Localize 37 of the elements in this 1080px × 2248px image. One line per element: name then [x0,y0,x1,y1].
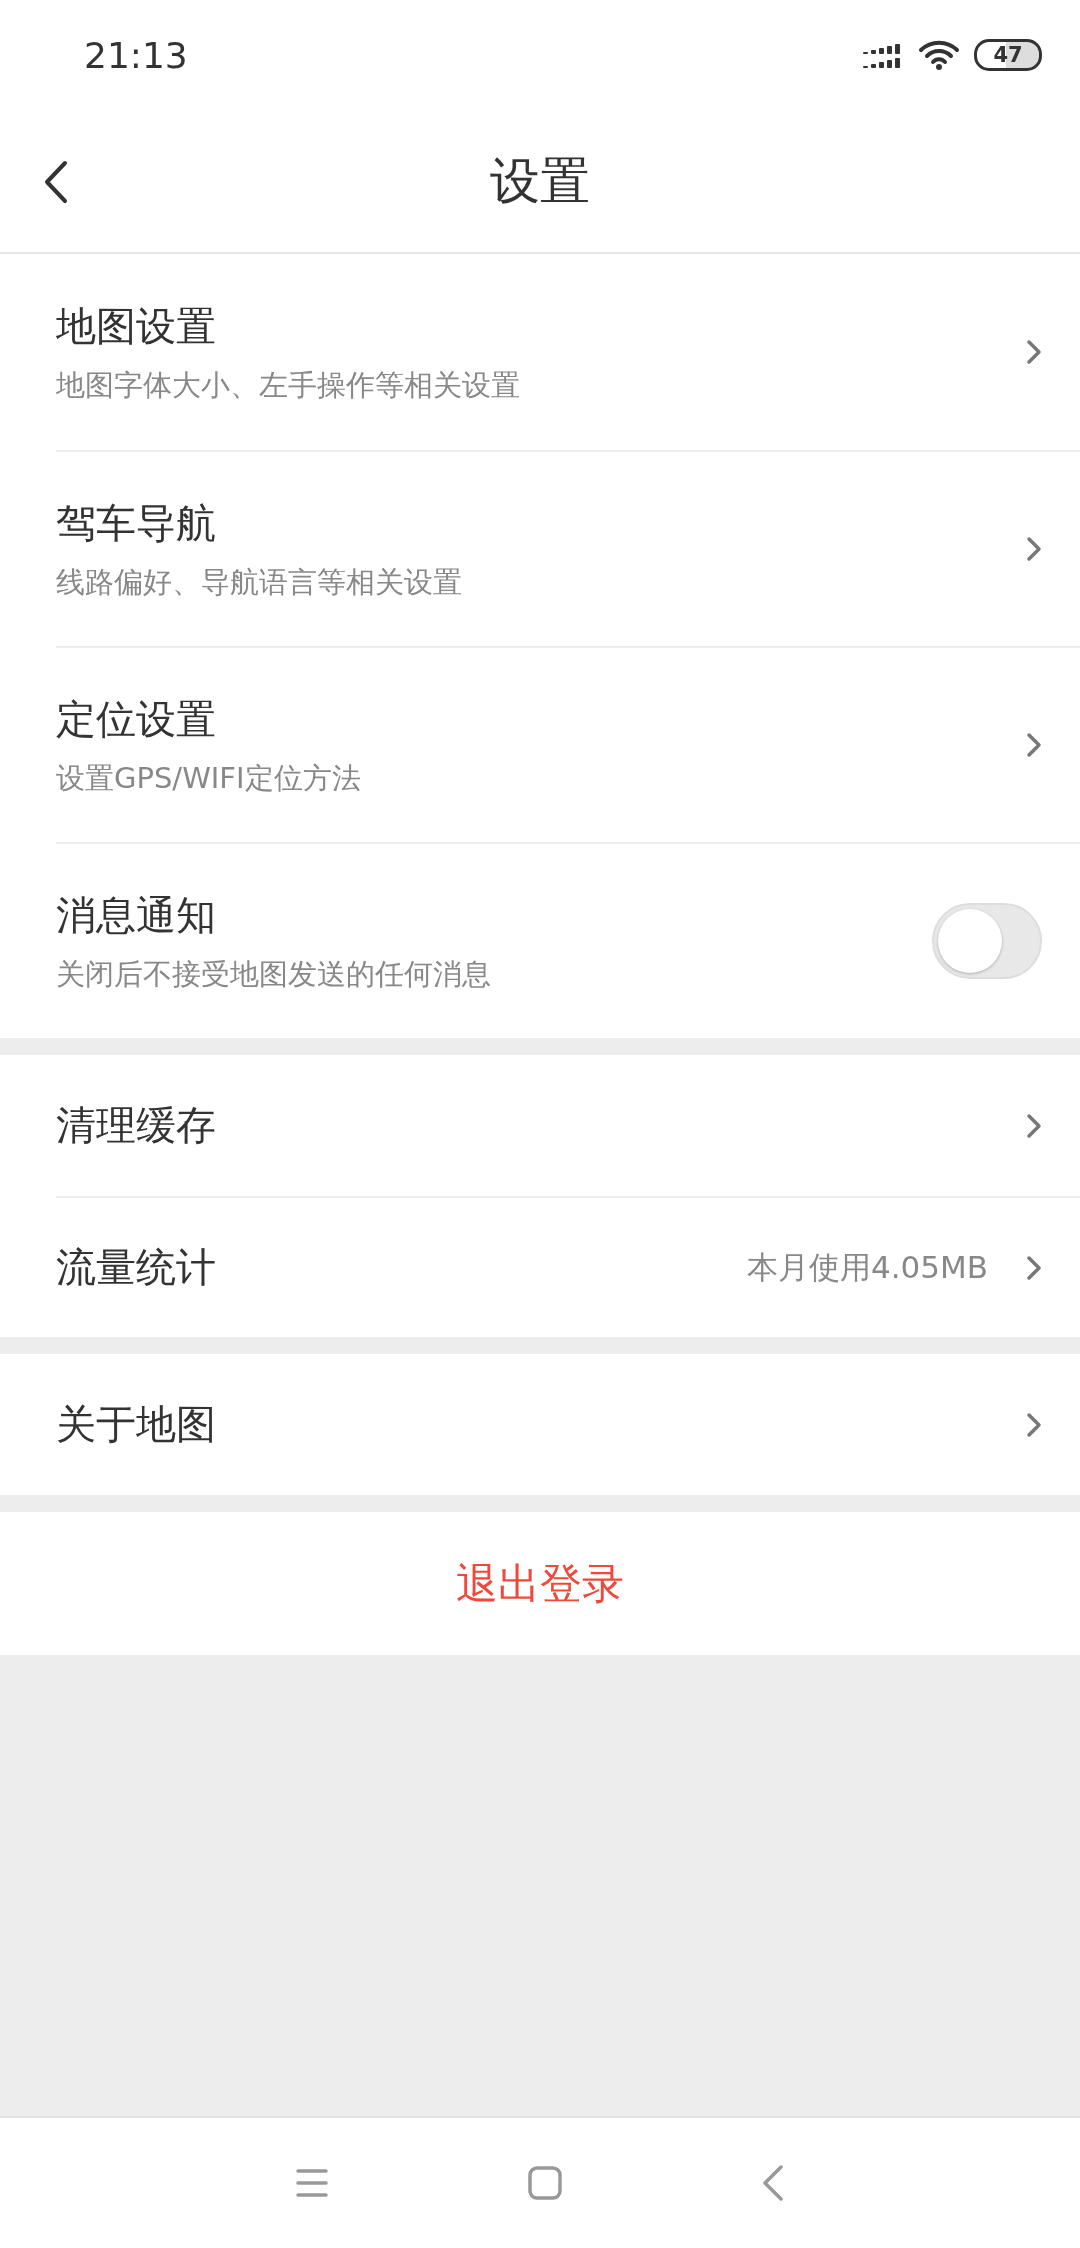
item-title: 驾车导航 [56,498,217,548]
back-icon [44,160,68,204]
back-icon [762,2165,784,2201]
battery-indicator: 47 [974,39,1042,71]
item-title: 清理缓存 [56,1101,217,1150]
square-icon [528,2166,562,2200]
settings-row[interactable]: 清理缓存 [56,1055,1080,1196]
chevron-right-icon [1026,1254,1042,1281]
settings-row[interactable]: 定位设置 设置GPS/WIFI定位方法 [56,646,1080,842]
chevron-right-icon [1026,1411,1042,1438]
logout-button[interactable]: 退出登录 [0,1512,1080,1655]
item-title: 关于地图 [56,1400,217,1449]
chevron-right-icon [1026,732,1042,758]
back-nav-button[interactable] [762,2165,784,2201]
menu-icon [296,2168,328,2198]
item-subtitle: 设置GPS/WIFI定位方法 [56,759,362,797]
settings-row[interactable]: 消息通知 关闭后不接受地图发送的任何消息 [56,842,1080,1038]
item-value: 本月使用4.05MB [746,1247,988,1287]
item-title: 消息通知 [56,890,217,940]
home-button[interactable] [528,2166,562,2200]
item-subtitle: 地图字体大小、左手操作等相关设置 [56,366,521,404]
chevron-right-icon [1026,536,1042,562]
chevron-right-icon [1026,1112,1042,1139]
chevron-right-icon [1026,339,1042,365]
settings-row[interactable]: 流量统计 本月使用4.05MB [56,1196,1080,1337]
wifi-icon [918,39,960,71]
settings-row[interactable]: 关于地图 [56,1354,1080,1495]
status-time: 21:13 [84,34,188,76]
item-title: 流量统计 [56,1243,217,1292]
item-subtitle: 关闭后不接受地图发送的任何消息 [56,955,492,993]
page-title: 设置 [490,150,590,212]
settings-row[interactable]: 地图设置 地图字体大小、左手操作等相关设置 [56,254,1080,450]
item-title: 地图设置 [56,301,217,351]
item-title: 定位设置 [56,694,217,744]
item-subtitle: 线路偏好、导航语言等相关设置 [56,563,463,601]
menu-button[interactable] [296,2168,328,2198]
settings-row[interactable]: 驾车导航 线路偏好、导航语言等相关设置 [56,450,1080,646]
